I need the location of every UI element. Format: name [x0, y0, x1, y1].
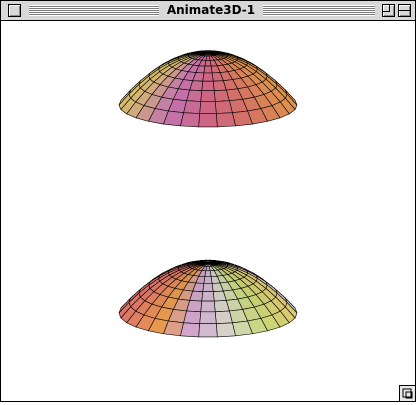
mesh-facet: [184, 311, 201, 324]
graphics-area: [1, 21, 415, 401]
mesh-facet: [203, 284, 213, 292]
mesh-facet: [201, 301, 215, 312]
close-box-icon[interactable]: [8, 4, 21, 17]
mesh-facet: [206, 266, 210, 271]
grow-box-icon[interactable]: [399, 385, 415, 401]
mesh-facet: [202, 292, 214, 301]
mesh-facet: [199, 114, 218, 127]
mesh-facet: [215, 101, 232, 114]
mesh-facet: [206, 56, 210, 60]
window-title: Animate3D-1: [163, 2, 259, 19]
mesh-facet: [204, 277, 212, 284]
zoom-box-icon[interactable]: [382, 4, 395, 17]
collapse-box-icon[interactable]: [398, 4, 411, 17]
mesh-facet: [203, 73, 213, 81]
mesh-facet: [201, 91, 215, 102]
mesh-facet: [216, 113, 235, 127]
lower-dome-surface: [119, 260, 297, 337]
mesh-facet: [200, 312, 217, 324]
animation-window: Animate3D-1: [0, 0, 416, 402]
mesh-facet: [204, 66, 212, 73]
title-bar-stripes-right: [263, 5, 375, 16]
surface-plot: [1, 21, 415, 401]
mesh-facet: [181, 323, 200, 337]
title-bar-stripes-left: [29, 5, 159, 16]
mesh-facet: [215, 311, 232, 324]
mesh-facet: [184, 101, 201, 114]
mesh-facet: [199, 324, 218, 337]
mesh-facet: [200, 102, 217, 114]
mesh-facet: [202, 81, 214, 91]
mesh-facet: [181, 113, 200, 127]
mesh-facet: [216, 323, 235, 337]
title-bar[interactable]: Animate3D-1: [1, 1, 415, 21]
mesh-facet: [205, 271, 211, 277]
upper-bowl-surface: [119, 51, 297, 127]
mesh-facet: [205, 60, 211, 66]
